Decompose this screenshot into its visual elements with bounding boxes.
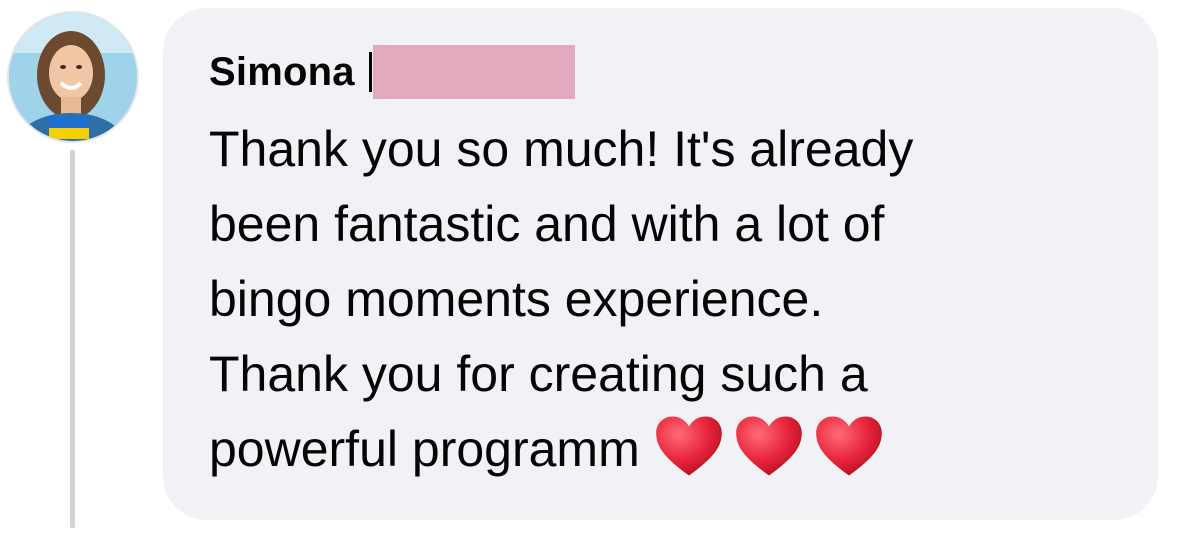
emoji-group [654,414,894,478]
red-heart-icon [815,416,882,476]
thread-line [70,150,75,528]
comment-header: Simona [209,38,1120,106]
redaction-block [372,45,575,99]
comment-thread: Simona Thank you so much! It's already b… [0,0,1200,534]
comment-text: Thank you so much! It's already been fan… [209,112,1120,487]
avatar-photo [9,13,137,141]
name-divider [368,52,372,92]
red-heart-icon [735,416,802,476]
red-heart-icon [655,416,722,476]
author-name[interactable]: Simona [209,50,355,95]
avatar[interactable] [7,11,139,143]
comment-bubble: Simona Thank you so much! It's already b… [163,8,1158,520]
